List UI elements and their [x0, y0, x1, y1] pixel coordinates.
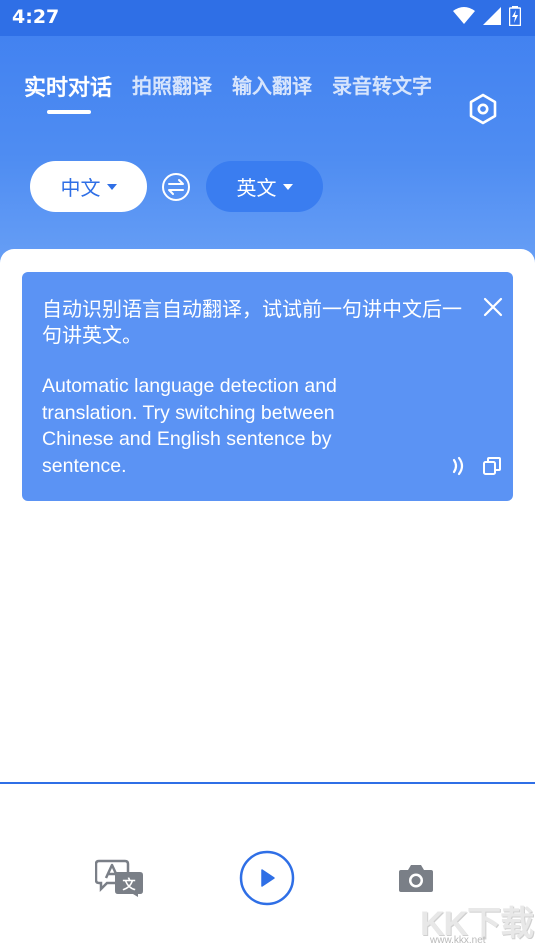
battery-charging-icon — [509, 6, 521, 26]
target-language-label: 英文 — [236, 176, 277, 200]
source-language-label: 中文 — [60, 176, 101, 200]
chevron-down-icon — [282, 183, 293, 190]
hint-text-english: Automatic language detection and transla… — [42, 375, 337, 477]
source-language-dropdown[interactable]: 中文 — [30, 161, 147, 212]
play-button[interactable] — [239, 850, 295, 906]
settings-hexagon-icon[interactable] — [466, 92, 500, 126]
camera-icon[interactable] — [398, 862, 434, 894]
speaker-icon[interactable] — [450, 455, 468, 477]
chevron-down-icon — [106, 183, 117, 190]
status-icons — [453, 6, 521, 26]
tab-bar: 实时对话 拍照翻译 输入翻译 录音转文字 — [24, 70, 432, 102]
svg-text:文: 文 — [122, 877, 136, 893]
tab-photo-translate[interactable]: 拍照翻译 — [132, 70, 212, 102]
language-selector-row: 中文 英文 — [30, 161, 323, 212]
hint-text-chinese: 自动识别语言自动翻译，试试前一句讲中文后一句讲英文。 — [42, 297, 462, 347]
tab-recording-to-text[interactable]: 录音转文字 — [332, 70, 432, 102]
hint-card: 自动识别语言自动翻译，试试前一句讲中文后一句讲英文。 Automatic lan… — [22, 272, 513, 501]
signal-icon — [483, 7, 501, 25]
status-time: 4:27 — [12, 6, 60, 28]
header-background — [0, 0, 535, 290]
watermark-url: www.kkx.net — [430, 935, 486, 946]
wifi-icon — [453, 7, 475, 24]
tab-realtime-conversation[interactable]: 实时对话 — [24, 70, 112, 102]
status-bar: 4:27 — [0, 0, 535, 36]
swap-languages-icon[interactable] — [161, 172, 191, 202]
active-tab-indicator — [47, 110, 91, 114]
close-icon[interactable] — [482, 296, 504, 318]
copy-icon[interactable] — [483, 457, 501, 475]
tab-input-translate[interactable]: 输入翻译 — [232, 70, 312, 102]
translate-icon[interactable]: 文 — [95, 858, 145, 898]
target-language-dropdown[interactable]: 英文 — [206, 161, 323, 212]
